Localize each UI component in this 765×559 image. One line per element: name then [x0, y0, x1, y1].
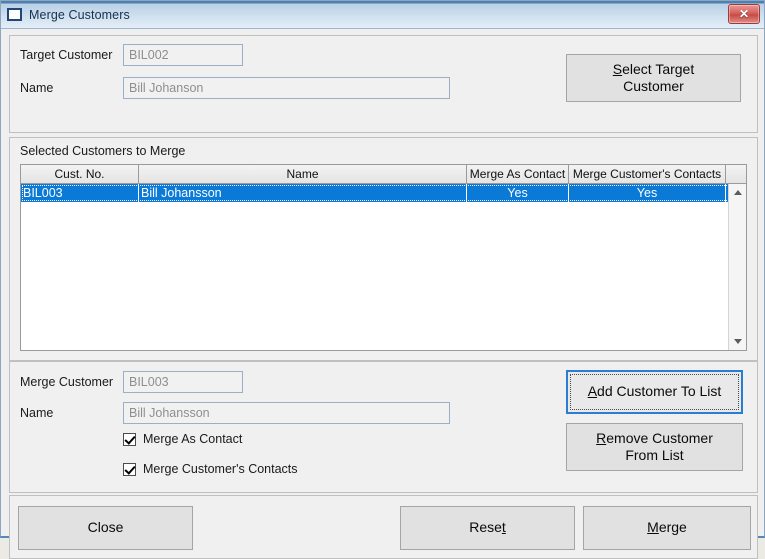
- merge-customers-contacts-checkbox-row[interactable]: Merge Customer's Contacts: [123, 462, 298, 476]
- selected-customers-caption: Selected Customers to Merge: [20, 144, 186, 158]
- cell-merge-customers-contacts: Yes: [569, 184, 726, 202]
- chevron-up-icon: [733, 190, 742, 195]
- merge-customer-input[interactable]: BIL003: [123, 371, 243, 393]
- select-target-accel: S: [612, 60, 623, 77]
- add-customer-to-list-button[interactable]: Add Customer To List: [566, 370, 743, 414]
- merge-button[interactable]: Merge: [583, 506, 751, 550]
- target-name-input[interactable]: Bill Johanson: [123, 77, 450, 99]
- selected-customers-list[interactable]: Cust. No. Name Merge As Contact Merge Cu…: [20, 164, 747, 351]
- merge-customer-detail-panel: Merge Customer BIL003 Name Bill Johansso…: [9, 361, 758, 493]
- selected-customers-panel: Selected Customers to Merge Cust. No. Na…: [9, 137, 758, 361]
- merge-as-contact-label: Merge As Contact: [143, 432, 243, 446]
- merge-name-label: Name: [20, 406, 54, 420]
- list-vertical-scrollbar[interactable]: [728, 184, 746, 350]
- window-icon: [7, 8, 22, 21]
- add-customer-label: dd Customer To List: [597, 383, 722, 400]
- title-bar: Merge Customers ✕: [1, 1, 764, 29]
- grid-header-row: Cust. No. Name Merge As Contact Merge Cu…: [21, 165, 746, 184]
- target-customer-panel: Target Customer BIL002 Name Bill Johanso…: [9, 35, 758, 133]
- column-header-spacer[interactable]: [726, 165, 746, 183]
- column-header-merge-customers-contacts[interactable]: Merge Customer's Contacts: [569, 165, 726, 183]
- cell-name: Bill Johansson: [139, 184, 467, 202]
- merge-as-contact-checkbox[interactable]: [123, 432, 136, 446]
- merge-customers-window: Merge Customers ✕ Target Customer BIL002…: [0, 0, 765, 559]
- reset-accel: t: [501, 519, 506, 536]
- remove-customer-line2: From List: [625, 447, 684, 463]
- select-target-customer-button[interactable]: Select Target Customer: [566, 54, 741, 102]
- chevron-down-icon: [733, 339, 742, 344]
- remove-customer-accel: R: [596, 429, 607, 446]
- window-title: Merge Customers: [29, 7, 130, 22]
- target-name-label: Name: [20, 81, 54, 95]
- add-customer-accel: A: [587, 383, 598, 400]
- column-header-cust-no[interactable]: Cust. No.: [21, 165, 139, 183]
- select-target-line2: Customer: [623, 78, 684, 94]
- reset-label-pre: Rese: [469, 519, 502, 536]
- merge-name-input[interactable]: Bill Johansson: [123, 402, 450, 424]
- column-header-merge-as-contact[interactable]: Merge As Contact: [467, 165, 569, 183]
- action-buttons-panel: Close Reset Merge: [9, 495, 758, 559]
- merge-as-contact-checkbox-row[interactable]: Merge As Contact: [123, 432, 242, 446]
- cell-cust-no: BIL003: [21, 184, 139, 202]
- close-button-label: Close: [87, 519, 124, 536]
- table-row[interactable]: BIL003 Bill Johansson Yes Yes: [21, 184, 746, 202]
- remove-customer-line1: emove Customer: [606, 429, 713, 446]
- close-button-main[interactable]: Close: [18, 506, 193, 550]
- target-customer-label: Target Customer: [20, 48, 113, 62]
- merge-accel: M: [647, 519, 659, 536]
- cell-merge-as-contact: Yes: [467, 184, 569, 202]
- merge-customers-contacts-checkbox[interactable]: [123, 462, 136, 476]
- column-header-name[interactable]: Name: [139, 165, 467, 183]
- target-customer-input[interactable]: BIL002: [123, 44, 243, 66]
- select-target-line1: elect Target: [622, 60, 695, 77]
- merge-customer-label: Merge Customer: [20, 375, 114, 389]
- reset-button[interactable]: Reset: [400, 506, 575, 550]
- merge-label: erge: [658, 519, 687, 536]
- scroll-up-button[interactable]: [729, 184, 746, 201]
- scroll-down-button[interactable]: [729, 333, 746, 350]
- close-icon: ✕: [738, 7, 750, 21]
- close-button[interactable]: ✕: [728, 4, 760, 24]
- merge-customers-contacts-label: Merge Customer's Contacts: [143, 462, 298, 476]
- client-area: Target Customer BIL002 Name Bill Johanso…: [1, 29, 764, 559]
- remove-customer-from-list-button[interactable]: Remove Customer From List: [566, 423, 743, 471]
